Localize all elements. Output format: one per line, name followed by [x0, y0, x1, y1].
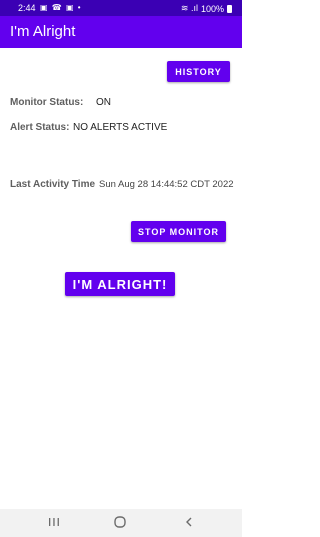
- app-title: I'm Alright: [10, 23, 76, 40]
- monitor-status-value: ON: [96, 97, 111, 108]
- back-icon[interactable]: [183, 516, 195, 531]
- history-button[interactable]: HISTORY: [167, 61, 230, 82]
- battery-percent: 100%: [200, 3, 224, 14]
- home-icon[interactable]: [113, 515, 127, 532]
- im-alright-button[interactable]: I'M ALRIGHT!: [65, 272, 175, 296]
- status-right: ≋ .ıl 100%: [181, 3, 232, 14]
- battery-icon: [227, 4, 232, 13]
- alert-status-value: NO ALERTS ACTIVE: [73, 122, 168, 133]
- monitor-status-label: Monitor Status:: [10, 97, 84, 108]
- nav-bar: [0, 509, 242, 537]
- status-time: 2:44: [18, 3, 36, 13]
- notification-icons: ▣ ☎ ▣ •: [40, 3, 82, 12]
- last-activity-value: Sun Aug 28 14:44:52 CDT 2022: [99, 179, 234, 190]
- app-bar: I'm Alright: [0, 16, 242, 48]
- last-activity-label: Last Activity Time: [10, 179, 96, 190]
- alert-status-label: Alert Status:: [10, 122, 70, 133]
- status-bar: 2:44 ▣ ☎ ▣ • ≋ .ıl 100%: [0, 0, 242, 16]
- stop-monitor-button[interactable]: STOP MONITOR: [131, 221, 226, 242]
- recents-icon[interactable]: [48, 516, 60, 531]
- signal-icon: ≋ .ıl: [180, 3, 198, 13]
